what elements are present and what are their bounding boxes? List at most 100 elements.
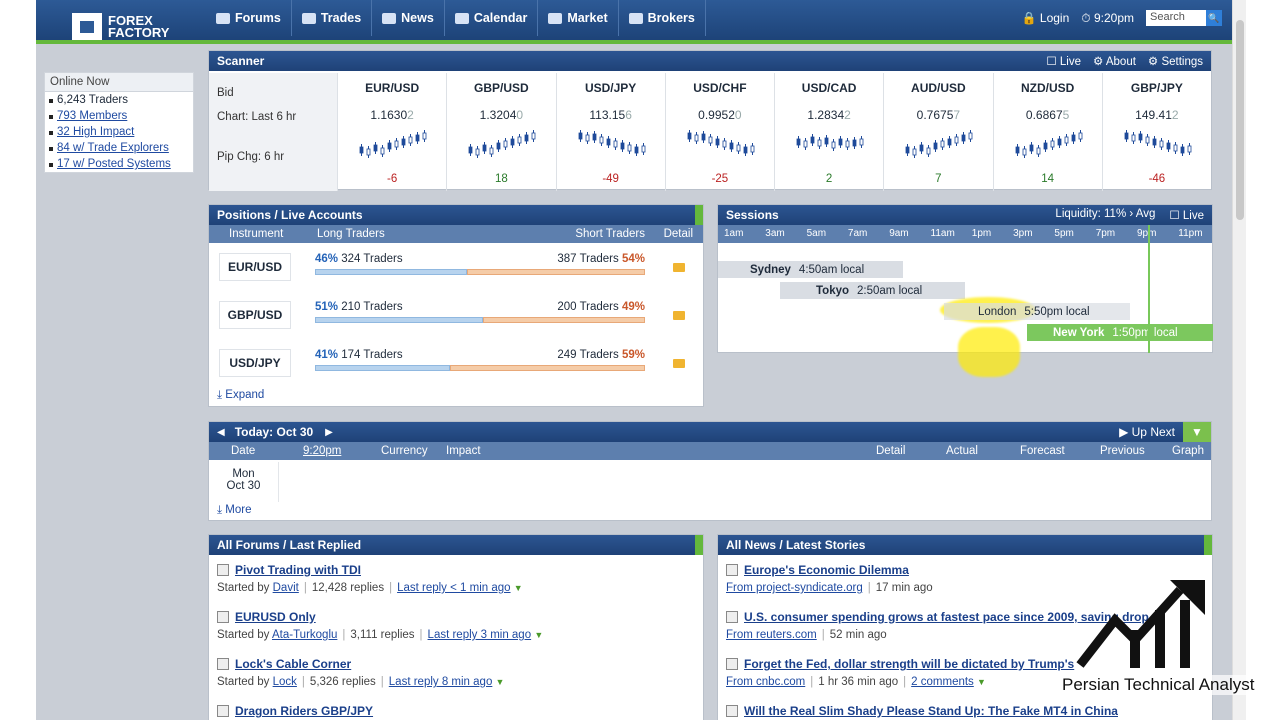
chevron-down-icon[interactable]: ▼ — [977, 677, 986, 687]
story-source-link[interactable]: From project-syndicate.org — [726, 582, 863, 594]
col-time[interactable]: 9:20pm — [303, 445, 341, 457]
search-input[interactable]: Search — [1146, 10, 1206, 26]
nav-trades[interactable]: Trades — [292, 0, 373, 36]
session-london[interactable]: London 5:50pm local — [944, 303, 1130, 320]
position-instrument[interactable]: GBP/USD — [219, 301, 291, 329]
story-title-link[interactable]: Europe's Economic Dilemma — [726, 563, 933, 577]
pair-bid: 0.68675 — [1025, 108, 1070, 122]
scanner-pair-nzd-usd[interactable]: NZD/USD 0.68675 14 — [992, 73, 1102, 191]
thread-title-link[interactable]: Pivot Trading with TDI — [217, 563, 523, 577]
detail-folder-icon[interactable] — [673, 359, 685, 368]
pair-name: USD/CHF — [693, 81, 747, 95]
session-timeline: 1am 3am 5am 7am 9am 11am 1pm 3pm 5pm 7pm 9pm 11pm — [718, 225, 1212, 243]
thread-author-link[interactable]: Ata-Turkoglu — [272, 629, 337, 641]
last-reply-link[interactable]: Last reply 3 min ago — [428, 629, 532, 641]
session-tokyo[interactable]: Tokyo 2:50am local — [780, 282, 965, 299]
pair-bid: 0.76757 — [916, 108, 961, 122]
comments-link[interactable]: 2 comments — [911, 676, 974, 688]
online-posted-systems-link[interactable]: 17 w/ Posted Systems — [45, 156, 193, 172]
today-label[interactable]: Today: Oct 30 — [235, 425, 313, 439]
scanner-about[interactable]: ⚙ About — [1093, 54, 1136, 68]
up-next-button[interactable]: ▶ Up Next — [1119, 425, 1175, 439]
story-source-link[interactable]: From cnbc.com — [726, 676, 805, 688]
story-title-link[interactable]: Will the Real Slim Shady Please Stand Up… — [726, 704, 1118, 718]
scanner-mini-chart-icon — [578, 130, 645, 156]
nav-calendar[interactable]: Calendar — [445, 0, 539, 36]
detail-folder-icon[interactable] — [673, 263, 685, 272]
col-short-traders: Short Traders — [575, 228, 645, 240]
timeline-hour: 3am — [765, 228, 785, 239]
scanner-pair-aud-usd[interactable]: AUD/USD 0.76757 7 — [883, 73, 992, 191]
timeline-hour: 7pm — [1095, 228, 1116, 239]
scrollbar-thumb[interactable] — [1236, 20, 1244, 220]
forum-thread: Pivot Trading with TDI Started by Davit | 1… — [217, 563, 523, 594]
nav-market[interactable]: Market — [538, 0, 619, 36]
annotation-three-mark — [958, 327, 1020, 377]
scanner-pair-usd-chf[interactable]: USD/CHF 0.99520 -25 — [664, 73, 774, 191]
online-trade-explorers-link[interactable]: 84 w/ Trade Explorers — [45, 140, 193, 156]
col-instrument: Instrument — [229, 228, 284, 240]
detail-folder-icon[interactable] — [673, 311, 685, 320]
chevron-down-icon[interactable]: ▼ — [496, 677, 505, 687]
scanner-settings[interactable]: ⚙ Settings — [1148, 54, 1203, 68]
col-actual: Actual — [946, 445, 978, 457]
session-new-york[interactable]: New York 1:50pm local — [1027, 324, 1213, 341]
position-instrument[interactable]: EUR/USD — [219, 253, 291, 281]
thread-author-link[interactable]: Davit — [273, 582, 299, 594]
logo-mark-icon — [72, 13, 102, 41]
pip-change-label: Pip Chg: 6 hr — [217, 151, 285, 163]
last-reply-link[interactable]: Last reply < 1 min ago — [397, 582, 510, 594]
scanner-pair-eur-usd[interactable]: EUR/USD 1.16302 -6 — [337, 73, 446, 191]
scanner-pair-usd-cad[interactable]: USD/CAD 1.28342 2 — [774, 73, 883, 191]
pair-name: USD/CAD — [801, 81, 857, 95]
online-members-link[interactable]: 793 Members — [45, 108, 193, 124]
main-nav: Forums Trades News Calendar Market Broke… — [206, 0, 706, 36]
col-detail: Detail — [663, 228, 693, 240]
nav-brokers[interactable]: Brokers — [619, 0, 706, 36]
thread-author-link[interactable]: Lock — [273, 676, 297, 688]
scanner-mini-chart-icon — [1124, 130, 1192, 156]
chevron-down-icon[interactable]: ▼ — [514, 583, 523, 593]
session-sydney[interactable]: Sydney 4:50am local — [718, 261, 903, 278]
search-icon[interactable]: 🔍 — [1206, 10, 1222, 26]
pair-bid: 0.99520 — [698, 108, 742, 122]
last-reply-link[interactable]: Last reply 8 min ago — [389, 676, 493, 688]
prev-day-arrow-icon[interactable]: ◀ — [217, 427, 225, 438]
thread-title-link[interactable]: Dragon Riders GBP/JPY — [217, 704, 373, 718]
pair-pip-change: 7 — [935, 173, 942, 185]
nav-accent-line — [36, 40, 1232, 44]
forex-factory-logo[interactable]: FOREX FACTORY — [72, 10, 202, 44]
watermark: Persian Technical Analyst — [1060, 575, 1255, 695]
story-title-link[interactable]: Forget the Fed, dollar strength will be … — [726, 657, 1074, 671]
clock[interactable]: ⏱ 9:20pm — [1081, 11, 1134, 26]
nav-forums[interactable]: Forums — [206, 0, 292, 36]
more-link[interactable]: ⤓ More — [217, 504, 251, 517]
pair-name: NZD/USD — [1020, 81, 1075, 95]
online-high-impact-link[interactable]: 32 High Impact — [45, 124, 193, 140]
col-currency: Currency — [381, 445, 428, 457]
col-detail: Detail — [876, 445, 906, 457]
forums-icon — [216, 12, 230, 24]
scanner-pair-gbp-jpy[interactable]: GBP/JPY 149.412 -46 — [1101, 73, 1211, 191]
next-day-arrow-icon[interactable]: ▶ — [325, 427, 333, 438]
scanner-mini-chart-icon — [905, 130, 973, 158]
sessions-live-toggle[interactable]: ☐ Live — [1169, 208, 1204, 222]
story-source-link[interactable]: From reuters.com — [726, 629, 817, 641]
liquidity-indicator[interactable]: Liquidity: 11% › Avg — [1055, 208, 1155, 222]
chevron-down-icon[interactable]: ▼ — [534, 630, 543, 640]
watermark-logo-icon — [1076, 580, 1205, 668]
scanner-pair-usd-jpy[interactable]: USD/JPY 113.156 -49 — [555, 73, 665, 191]
thread-title-link[interactable]: EURUSD Only — [217, 610, 543, 624]
scanner-pair-gbp-usd[interactable]: GBP/USD 1.32040 18 — [446, 73, 555, 191]
col-graph: Graph — [1172, 445, 1204, 457]
pair-bid: 1.16302 — [370, 108, 414, 122]
pair-name: GBP/JPY — [1130, 81, 1183, 95]
filter-icon[interactable]: ▼ — [1183, 422, 1211, 442]
login-link[interactable]: 🔒 Login — [1022, 11, 1070, 25]
thread-title-link[interactable]: Lock's Cable Corner — [217, 657, 504, 671]
scanner-live-toggle[interactable]: ☐ Live — [1046, 54, 1081, 68]
pair-name: GBP/USD — [474, 81, 529, 95]
nav-news[interactable]: News — [372, 0, 445, 36]
position-instrument[interactable]: USD/JPY — [219, 349, 291, 377]
expand-link[interactable]: ⤓ Expand — [217, 389, 264, 402]
